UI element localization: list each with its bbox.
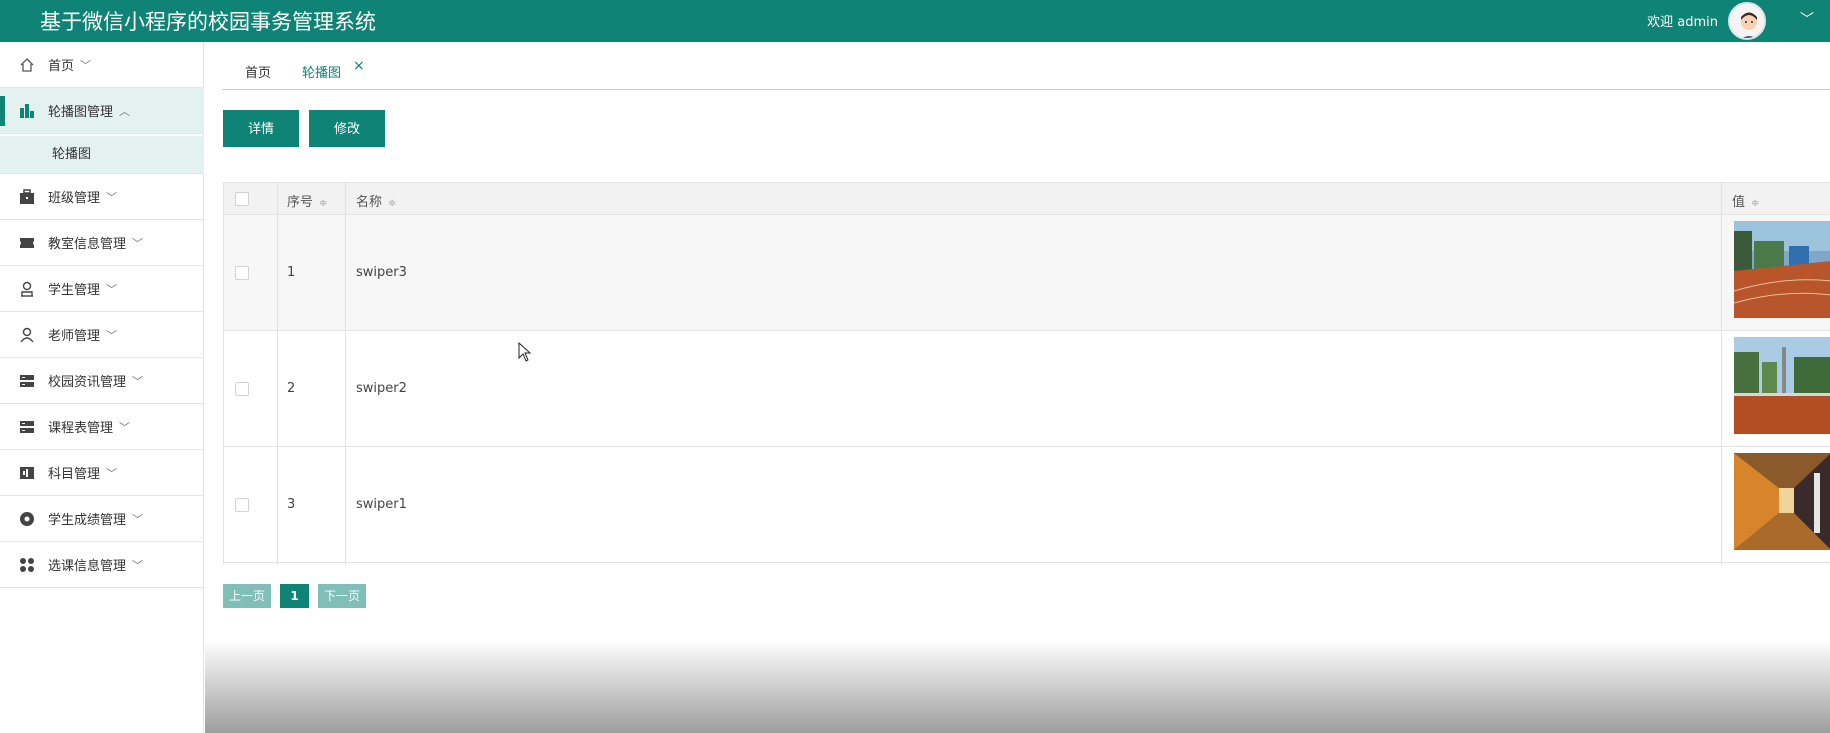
tab-carousel[interactable]: 轮播图 bbox=[302, 62, 341, 81]
detail-button[interactable]: 详情 bbox=[223, 110, 299, 147]
track-field-photo[interactable] bbox=[1734, 221, 1830, 318]
corridor-photo[interactable] bbox=[1734, 453, 1830, 550]
row-name: swiper1 bbox=[356, 497, 407, 512]
select-all-checkbox[interactable] bbox=[235, 192, 249, 206]
sort-icon[interactable]: ≑ bbox=[319, 198, 327, 209]
chevron-down-icon: ﹀ bbox=[106, 328, 118, 342]
column-header-value[interactable]: 值 ≑ bbox=[1732, 191, 1759, 210]
chevron-down-icon: ﹀ bbox=[132, 236, 144, 250]
user-menu-chevron-icon[interactable]: ﹀ bbox=[1800, 12, 1814, 28]
playground-photo[interactable] bbox=[1734, 337, 1830, 434]
chevron-down-icon: ﹀ bbox=[132, 558, 144, 572]
sidebar-subitem-carousel[interactable]: 轮播图 bbox=[0, 136, 204, 174]
sidebar-item-label: 首页 bbox=[48, 59, 75, 74]
home-icon bbox=[18, 56, 36, 74]
row-name: swiper2 bbox=[356, 381, 407, 396]
tab-home[interactable]: 首页 bbox=[245, 62, 271, 81]
user-avatar[interactable] bbox=[1728, 2, 1766, 40]
sort-icon[interactable]: ≑ bbox=[1751, 198, 1759, 209]
sidebar-item-label: 选课信息管理 bbox=[48, 559, 127, 574]
chevron-up-icon: ︿ bbox=[119, 104, 131, 118]
column-header-index[interactable]: 序号 ≑ bbox=[287, 191, 327, 210]
sidebar-item-classroom[interactable]: 教室信息管理 ﹀ bbox=[0, 220, 204, 266]
row-index: 3 bbox=[287, 497, 296, 512]
table-header: 序号 ≑ 名称 ≑ 值 ≑ bbox=[224, 183, 1830, 215]
disc-icon bbox=[18, 510, 36, 528]
chevron-down-icon: ﹀ bbox=[119, 420, 131, 434]
column-divider bbox=[277, 183, 278, 565]
row-index: 2 bbox=[287, 381, 296, 396]
sidebar-item-home[interactable]: 首页 ﹀ bbox=[0, 42, 204, 88]
sidebar-item-student[interactable]: 学生管理 ﹀ bbox=[0, 266, 204, 312]
column-divider bbox=[1721, 183, 1722, 565]
column-header-name[interactable]: 名称 ≑ bbox=[356, 191, 396, 210]
chevron-down-icon: ﹀ bbox=[106, 190, 118, 204]
ticket-icon bbox=[18, 234, 36, 252]
data-table: 序号 ≑ 名称 ≑ 值 ≑ 1 swiper3 2 swiper2 3 swip… bbox=[223, 182, 1830, 565]
book-icon bbox=[18, 464, 36, 482]
sidebar-item-subject[interactable]: 科目管理 ﹀ bbox=[0, 450, 204, 496]
sidebar-item-label: 学生成绩管理 bbox=[48, 513, 127, 528]
mouse-cursor-icon bbox=[518, 341, 532, 366]
edit-button[interactable]: 修改 bbox=[309, 110, 385, 147]
sort-icon[interactable]: ≑ bbox=[388, 198, 396, 209]
server-icon bbox=[18, 372, 36, 390]
chevron-down-icon: ﹀ bbox=[106, 282, 118, 296]
page-1-button[interactable]: 1 bbox=[280, 584, 309, 608]
prev-page-button[interactable]: 上一页 bbox=[223, 584, 271, 608]
student-icon bbox=[18, 280, 36, 298]
sidebar-item-label: 教室信息管理 bbox=[48, 237, 127, 252]
sidebar-item-teacher[interactable]: 老师管理 ﹀ bbox=[0, 312, 204, 358]
sidebar: 首页 ﹀ 轮播图管理 ︿ 轮播图 班级管理 ﹀ 教室信息管理 ﹀ 学生管理 ﹀ bbox=[0, 42, 204, 733]
column-divider bbox=[345, 183, 346, 565]
sidebar-item-carousel[interactable]: 轮播图管理 ︿ bbox=[0, 88, 204, 134]
avatar-icon bbox=[1730, 4, 1764, 38]
sidebar-item-label: 老师管理 bbox=[48, 329, 101, 344]
sidebar-item-label: 学生管理 bbox=[48, 283, 101, 298]
row-checkbox[interactable] bbox=[235, 382, 249, 396]
active-indicator bbox=[0, 96, 5, 126]
app-title: 基于微信小程序的校园事务管理系统 bbox=[40, 10, 376, 34]
briefcase-icon bbox=[18, 188, 36, 206]
welcome-text: 欢迎 admin bbox=[1647, 15, 1718, 30]
sidebar-item-grades[interactable]: 学生成绩管理 ﹀ bbox=[0, 496, 204, 542]
chevron-down-icon: ﹀ bbox=[106, 466, 118, 480]
sidebar-item-class[interactable]: 班级管理 ﹀ bbox=[0, 174, 204, 220]
sidebar-item-label: 校园资讯管理 bbox=[48, 375, 127, 390]
row-checkbox[interactable] bbox=[235, 498, 249, 512]
row-checkbox[interactable] bbox=[235, 266, 249, 280]
server-icon bbox=[18, 418, 36, 436]
table-row[interactable]: 3 swiper1 bbox=[224, 447, 1830, 563]
chevron-down-icon: ﹀ bbox=[80, 58, 92, 72]
sidebar-item-timetable[interactable]: 课程表管理 ﹀ bbox=[0, 404, 204, 450]
chart-icon bbox=[18, 102, 36, 120]
row-index: 1 bbox=[287, 265, 296, 280]
chevron-down-icon: ﹀ bbox=[132, 374, 144, 388]
chevron-down-icon: ﹀ bbox=[132, 512, 144, 526]
row-name: swiper3 bbox=[356, 265, 407, 280]
sidebar-item-course-selection[interactable]: 选课信息管理 ﹀ bbox=[0, 542, 204, 588]
person-icon bbox=[18, 326, 36, 344]
table-row[interactable]: 1 swiper3 bbox=[224, 215, 1830, 331]
sidebar-item-label: 轮播图管理 bbox=[48, 105, 114, 120]
tab-bar: 首页 轮播图 × bbox=[222, 52, 1830, 90]
sidebar-item-news[interactable]: 校园资讯管理 ﹀ bbox=[0, 358, 204, 404]
top-header: 基于微信小程序的校园事务管理系统 欢迎 admin ﹀ bbox=[0, 0, 1830, 42]
grid-icon bbox=[18, 556, 36, 574]
sidebar-item-label: 班级管理 bbox=[48, 191, 101, 206]
close-icon[interactable]: × bbox=[353, 58, 365, 74]
table-row[interactable]: 2 swiper2 bbox=[224, 331, 1830, 447]
next-page-button[interactable]: 下一页 bbox=[318, 584, 366, 608]
bottom-fade-overlay bbox=[205, 640, 1830, 733]
sidebar-item-label: 科目管理 bbox=[48, 467, 101, 482]
sidebar-item-label: 课程表管理 bbox=[48, 421, 114, 436]
